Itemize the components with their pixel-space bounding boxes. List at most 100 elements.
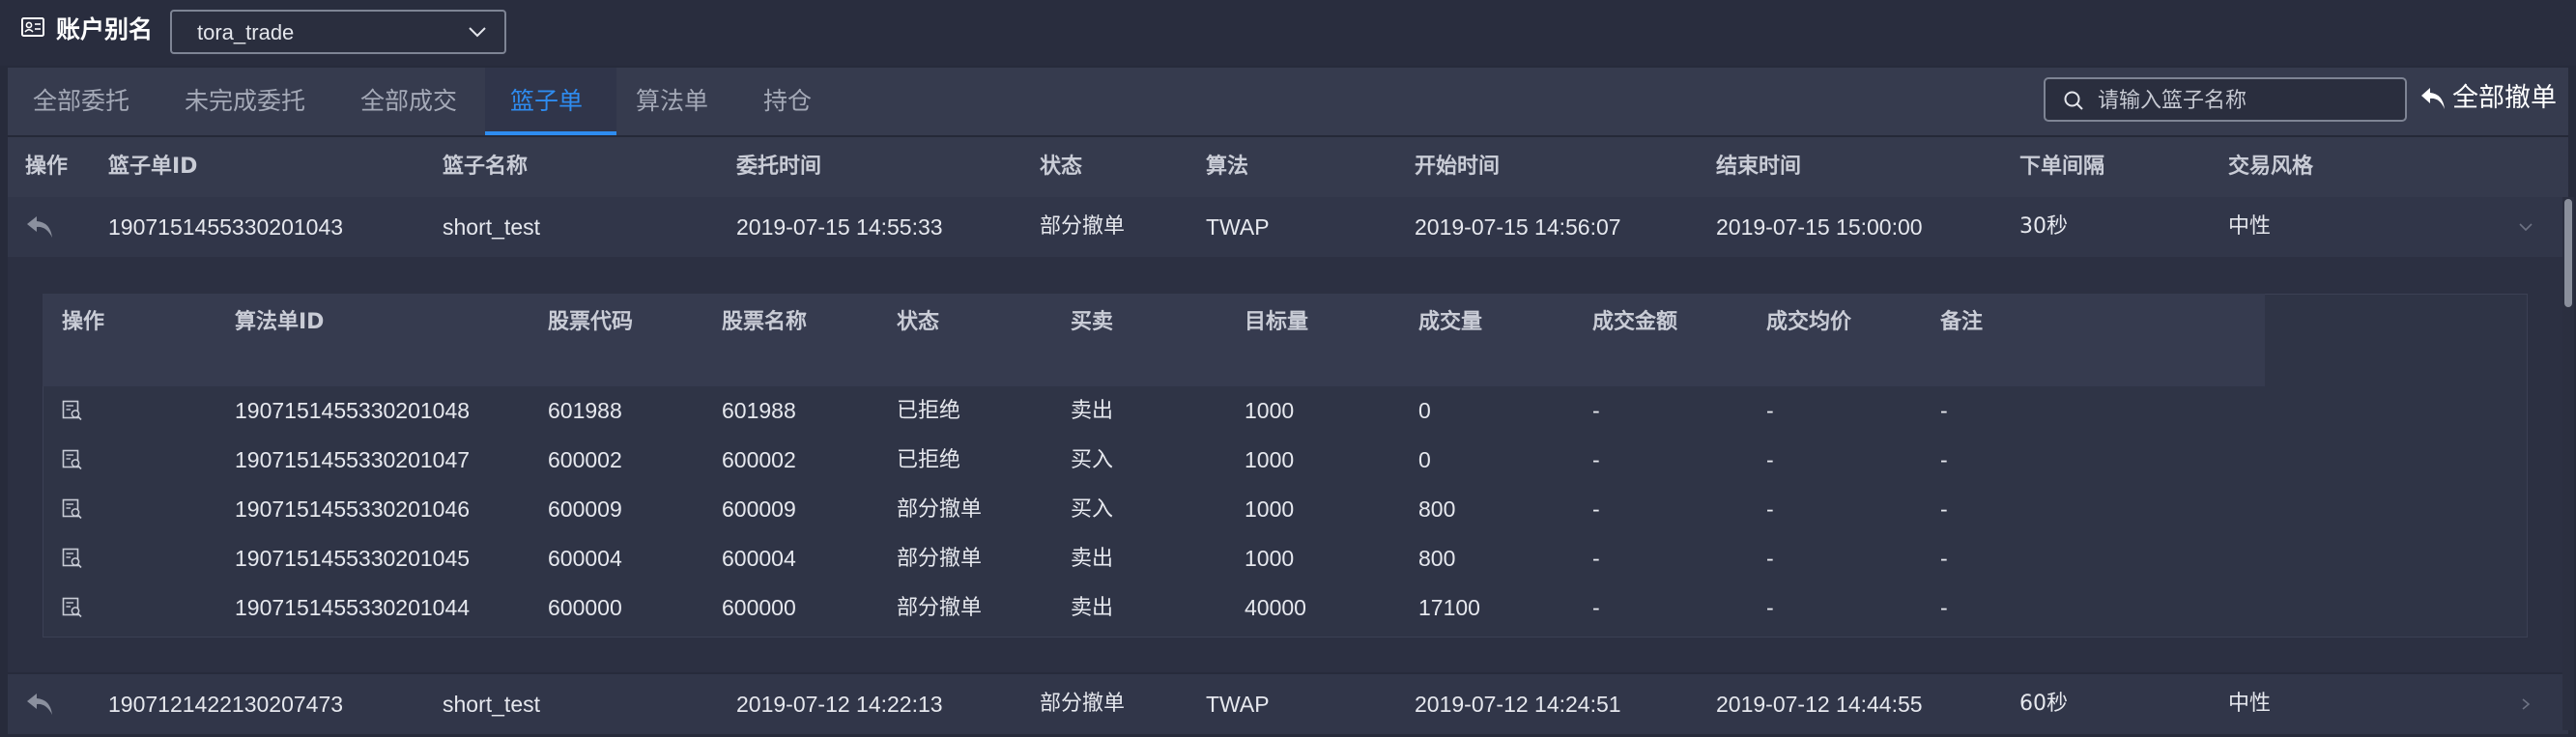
basket-status: 部分撤单	[1040, 692, 1126, 716]
algo-order-id: 1907151455330201045	[235, 546, 471, 571]
filled-qty: 0	[1418, 398, 1431, 423]
sub-col-avg-price: 成交均价	[1766, 310, 1852, 334]
order-interval: 60秒	[2019, 692, 2068, 716]
start-time: 2019-07-15 14:56:07	[1415, 214, 1621, 240]
col-trade-style: 交易风格	[2228, 155, 2314, 179]
search-icon	[2064, 91, 2083, 110]
detail-search-icon[interactable]	[62, 449, 83, 470]
target-qty: 1000	[1245, 496, 1295, 522]
avg-price: -	[1766, 398, 1774, 423]
order-status: 部分撤单	[897, 596, 983, 620]
algo-order-id: 1907151455330201048	[235, 398, 471, 423]
basket-search	[2044, 77, 2407, 122]
col-order-time: 委托时间	[736, 155, 822, 179]
col-start-time: 开始时间	[1415, 155, 1501, 179]
filled-amount: -	[1592, 496, 1600, 522]
stock-name: 600009	[722, 496, 796, 522]
sub-col-action: 操作	[62, 310, 105, 334]
end-time: 2019-07-15 15:00:00	[1716, 214, 1923, 240]
tab-basket-orders[interactable]: 篮子单	[510, 68, 583, 135]
basket-algo: TWAP	[1206, 692, 1270, 717]
order-side: 卖出	[1071, 547, 1114, 571]
table-row[interactable]: 1907121422130207473 short_test 2019-07-1…	[8, 674, 2568, 734]
trade-style: 中性	[2228, 214, 2272, 239]
order-status: 部分撤单	[897, 547, 983, 571]
sub-col-stock-name: 股票名称	[722, 310, 808, 334]
stock-code: 600004	[548, 546, 622, 571]
account-select-value: tora_trade	[197, 20, 295, 44]
tab-open-orders[interactable]: 未完成委托	[185, 68, 305, 135]
basket-table-header: 操作 篮子单ID 篮子名称 委托时间 状态 算法 开始时间 结束时间 下单间隔 …	[8, 137, 2568, 199]
undo-arrow-icon[interactable]	[25, 214, 54, 240]
col-basket-id: 篮子单ID	[108, 155, 198, 179]
order-note: -	[1940, 595, 1948, 620]
filled-amount: -	[1592, 595, 1600, 620]
tab-all-orders[interactable]: 全部委托	[33, 68, 129, 135]
col-interval: 下单间隔	[2019, 155, 2105, 179]
trade-style: 中性	[2228, 692, 2272, 716]
order-note: -	[1940, 496, 1948, 522]
chevron-down-icon	[469, 27, 486, 38]
account-card-icon	[21, 17, 44, 37]
account-select[interactable]: tora_trade	[170, 10, 506, 54]
tab-positions[interactable]: 持仓	[763, 68, 812, 135]
sub-col-target: 目标量	[1245, 310, 1309, 334]
table-row[interactable]: 1907151455330201043 short_test 2019-07-1…	[8, 197, 2568, 257]
col-algo: 算法	[1206, 155, 1249, 179]
basket-name: short_test	[443, 692, 540, 717]
algo-order-row: 1907151455330201044 600000 600000 部分撤单 卖…	[43, 583, 2265, 633]
end-time: 2019-07-12 14:44:55	[1716, 692, 1923, 717]
avg-price: -	[1766, 546, 1774, 571]
tab-all-trades[interactable]: 全部成交	[360, 68, 457, 135]
target-qty: 1000	[1245, 398, 1295, 423]
stock-code: 601988	[548, 398, 622, 423]
algo-order-id: 1907151455330201047	[235, 447, 471, 472]
filled-qty: 800	[1418, 496, 1456, 522]
stock-code: 600000	[548, 595, 622, 620]
sub-col-status: 状态	[897, 310, 940, 334]
basket-id: 1907151455330201043	[108, 214, 344, 240]
account-bar: 账户别名 tora_trade	[0, 0, 2576, 66]
order-time: 2019-07-12 14:22:13	[736, 692, 943, 717]
sub-col-stock-code: 股票代码	[548, 310, 634, 334]
undo-arrow-icon[interactable]	[25, 692, 54, 717]
detail-search-icon[interactable]	[62, 548, 83, 569]
chevron-right-icon[interactable]	[2518, 697, 2533, 711]
stock-name: 601988	[722, 398, 796, 423]
tab-algo-orders[interactable]: 算法单	[636, 68, 708, 135]
chevron-down-icon[interactable]	[2518, 220, 2533, 234]
order-status: 部分撤单	[897, 497, 983, 522]
stock-code: 600002	[548, 447, 622, 472]
algo-order-id: 1907151455330201044	[235, 595, 471, 620]
sub-col-note: 备注	[1940, 310, 1984, 334]
detail-search-icon[interactable]	[62, 597, 83, 618]
order-side: 买入	[1071, 448, 1114, 472]
order-side: 卖出	[1071, 596, 1114, 620]
avg-price: -	[1766, 447, 1774, 472]
stock-code: 600009	[548, 496, 622, 522]
order-status: 已拒绝	[897, 448, 961, 472]
order-note: -	[1940, 447, 1948, 472]
basket-id: 1907121422130207473	[108, 692, 344, 717]
col-basket-name: 篮子名称	[443, 155, 529, 179]
algo-order-row: 1907151455330201047 600002 600002 已拒绝 买入…	[43, 436, 2265, 485]
scrollbar-thumb[interactable]	[2564, 199, 2572, 307]
col-status: 状态	[1040, 155, 1083, 179]
target-qty: 1000	[1245, 546, 1295, 571]
order-side: 买入	[1071, 497, 1114, 522]
algo-order-header: 操作 算法单ID 股票代码 股票名称 状态 买卖 目标量 成交量 成交金额 成交…	[43, 294, 2265, 386]
order-status: 已拒绝	[897, 399, 961, 423]
cancel-all-button[interactable]: 全部撤单	[2419, 77, 2557, 120]
basket-search-input[interactable]	[2096, 85, 2390, 116]
filled-qty: 17100	[1418, 595, 1480, 620]
detail-search-icon[interactable]	[62, 400, 83, 421]
account-alias-label: 账户别名	[56, 15, 154, 43]
filled-amount: -	[1592, 447, 1600, 472]
filled-qty: 0	[1418, 447, 1431, 472]
algo-order-row: 1907151455330201046 600009 600009 部分撤单 买…	[43, 485, 2265, 534]
cancel-all-label: 全部撤单	[2452, 83, 2557, 113]
filled-amount: -	[1592, 398, 1600, 423]
detail-search-icon[interactable]	[62, 498, 83, 520]
algo-order-id: 1907151455330201046	[235, 496, 471, 522]
col-end-time: 结束时间	[1716, 155, 1802, 179]
